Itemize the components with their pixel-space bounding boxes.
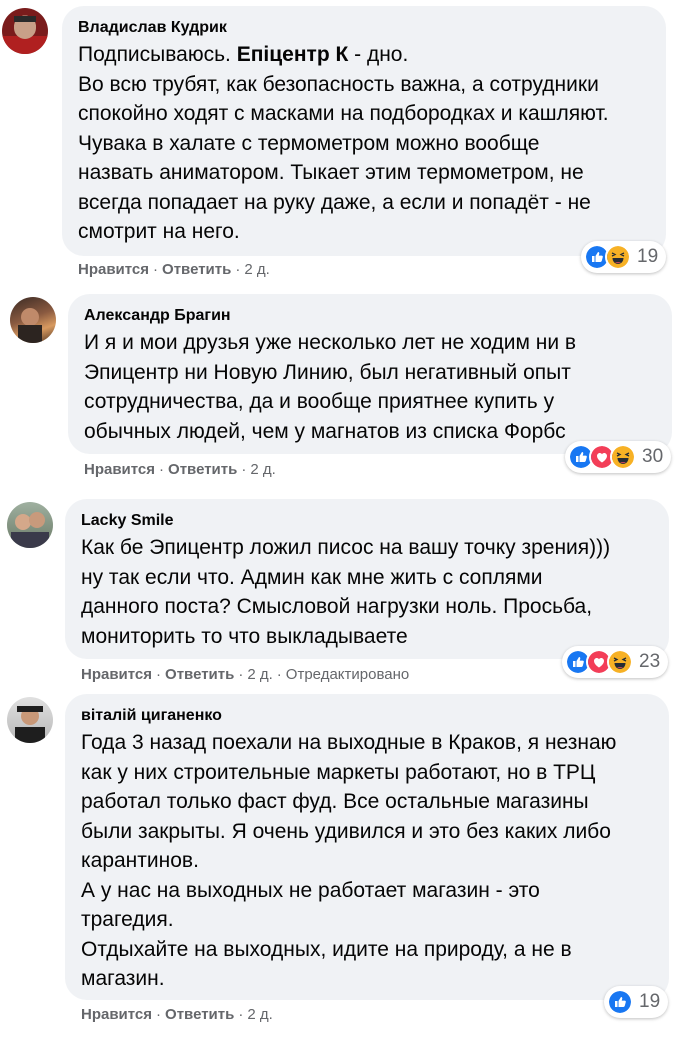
reactions-summary[interactable]: 19 <box>604 986 669 1018</box>
comment-text: И я и мои друзья уже несколько лет не хо… <box>84 328 576 446</box>
comment-actions: Нравится · Ответить · 2 д. <box>84 461 276 478</box>
comment-text: Года 3 назад поехали на выходные в Крако… <box>81 728 616 994</box>
comment-line: мониторить то что выкладываете <box>81 624 408 648</box>
comment-line: работал только фаст фуд. Все остальные м… <box>81 790 589 813</box>
reactions-summary[interactable]: 19 <box>581 241 667 273</box>
avatar-photo-icon <box>11 512 49 548</box>
comment-line: Года 3 назад поехали на выходные в Крако… <box>81 731 617 754</box>
reaction-count: 19 <box>639 991 661 1012</box>
comment-line: назвать аниматором. Тыкает этим термомет… <box>78 161 584 184</box>
comment-line: обычных людей, чем у магнатов из списка … <box>84 419 566 443</box>
like-button[interactable]: Нравится <box>81 1006 152 1023</box>
avatar[interactable] <box>7 697 53 743</box>
avatar[interactable] <box>2 8 48 54</box>
comment-line: Как бе Эпицентр ложил писос на вашу точк… <box>81 536 611 559</box>
separator: · <box>156 666 162 683</box>
comment-line: А у нас на выходных не работает магазин … <box>81 878 540 902</box>
comment-line: Эпицентр ни Новую Линию, был негативный … <box>84 360 571 384</box>
separator: · <box>159 461 165 478</box>
comment-timestamp[interactable]: 2 д. <box>244 261 269 278</box>
reaction-count: 30 <box>642 446 664 467</box>
comment-timestamp[interactable]: 2 д. <box>247 666 272 683</box>
like-reaction-icon <box>607 989 633 1015</box>
reactions-summary[interactable]: 30 <box>565 441 672 473</box>
comment-line: Отдыхайте на выходных, идите на природу,… <box>81 937 572 961</box>
reaction-count: 19 <box>637 246 659 267</box>
comment-line: Во всю трубят, как безопасность важна, а… <box>78 72 599 96</box>
comment-actions: Нравится · Ответить · 2 д. · Отредактировано <box>81 666 409 683</box>
mention-link[interactable]: Епіцентр К <box>237 43 349 66</box>
avatar[interactable] <box>7 502 53 548</box>
separator: · <box>153 261 159 278</box>
comment-line: магазин. <box>81 967 165 990</box>
comment-line: Подписываюсь. Епіцентр К - дно. <box>78 40 609 70</box>
comment-line: как у них строительные маркеты работают,… <box>81 760 596 784</box>
edited-label[interactable]: Отредактировано <box>286 666 409 683</box>
comment-line: смотрит на него. <box>78 220 240 243</box>
comment-text-part: Подписываюсь. <box>78 43 237 66</box>
comment-line: И я и мои друзья уже несколько лет не хо… <box>84 331 577 354</box>
avatar-photo-icon <box>2 16 48 54</box>
avatar-photo-icon <box>18 308 42 343</box>
comment-author[interactable]: віталій циганенко <box>81 707 222 725</box>
haha-reaction-icon <box>605 244 631 270</box>
comment-timestamp[interactable]: 2 д. <box>250 461 275 478</box>
comment-line: всегда попадает на руку даже, а если и п… <box>78 190 591 214</box>
comment-line: сотрудничества, да и вообще приятнее куп… <box>84 390 555 413</box>
comment-line: ну так если что. Админ как мне жить с со… <box>81 565 543 589</box>
separator: · <box>241 461 247 478</box>
haha-reaction-icon <box>607 649 633 675</box>
comment-line: Чувака в халате с термометром можно вооб… <box>78 131 540 155</box>
comment-author[interactable]: Lacky Smile <box>81 512 174 530</box>
reaction-count: 23 <box>639 651 661 672</box>
avatar-photo-icon <box>15 706 45 743</box>
like-button[interactable]: Нравится <box>78 261 149 278</box>
comment-actions: Нравится · Ответить · 2 д. <box>78 261 270 278</box>
comment-timestamp[interactable]: 2 д. <box>247 1006 272 1023</box>
comment-line: трагедия. <box>81 908 174 931</box>
separator: · <box>238 1006 244 1023</box>
separator: · <box>238 666 244 683</box>
comment-line: карантинов. <box>81 849 199 872</box>
reactions-summary[interactable]: 23 <box>562 646 669 678</box>
comment-text: Как бе Эпицентр ложил писос на вашу точк… <box>81 533 610 651</box>
comment-text: Подписываюсь. Епіцентр К - дно. Во всю т… <box>78 40 609 247</box>
haha-reaction-icon <box>610 444 636 470</box>
like-button[interactable]: Нравится <box>81 666 152 683</box>
comment-actions: Нравится · Ответить · 2 д. <box>81 1006 273 1023</box>
separator: · <box>156 1006 162 1023</box>
comment-line: спокойно ходят с масками на подбородках … <box>78 102 609 125</box>
comment-line: данного поста? Смысловой нагрузки ноль. … <box>81 595 593 618</box>
reply-button[interactable]: Ответить <box>168 461 237 478</box>
separator: · <box>276 666 282 683</box>
reply-button[interactable]: Ответить <box>162 261 231 278</box>
comment-text-part: - дно. <box>348 43 409 66</box>
avatar[interactable] <box>10 297 56 343</box>
reply-button[interactable]: Ответить <box>165 1006 234 1023</box>
comment-line: были закрыты. Я очень удивился и это без… <box>81 819 611 843</box>
like-button[interactable]: Нравится <box>84 461 155 478</box>
reply-button[interactable]: Ответить <box>165 666 234 683</box>
separator: · <box>235 261 241 278</box>
comment-author[interactable]: Владислав Кудрик <box>78 19 227 37</box>
comment-author[interactable]: Александр Брагин <box>84 307 231 325</box>
